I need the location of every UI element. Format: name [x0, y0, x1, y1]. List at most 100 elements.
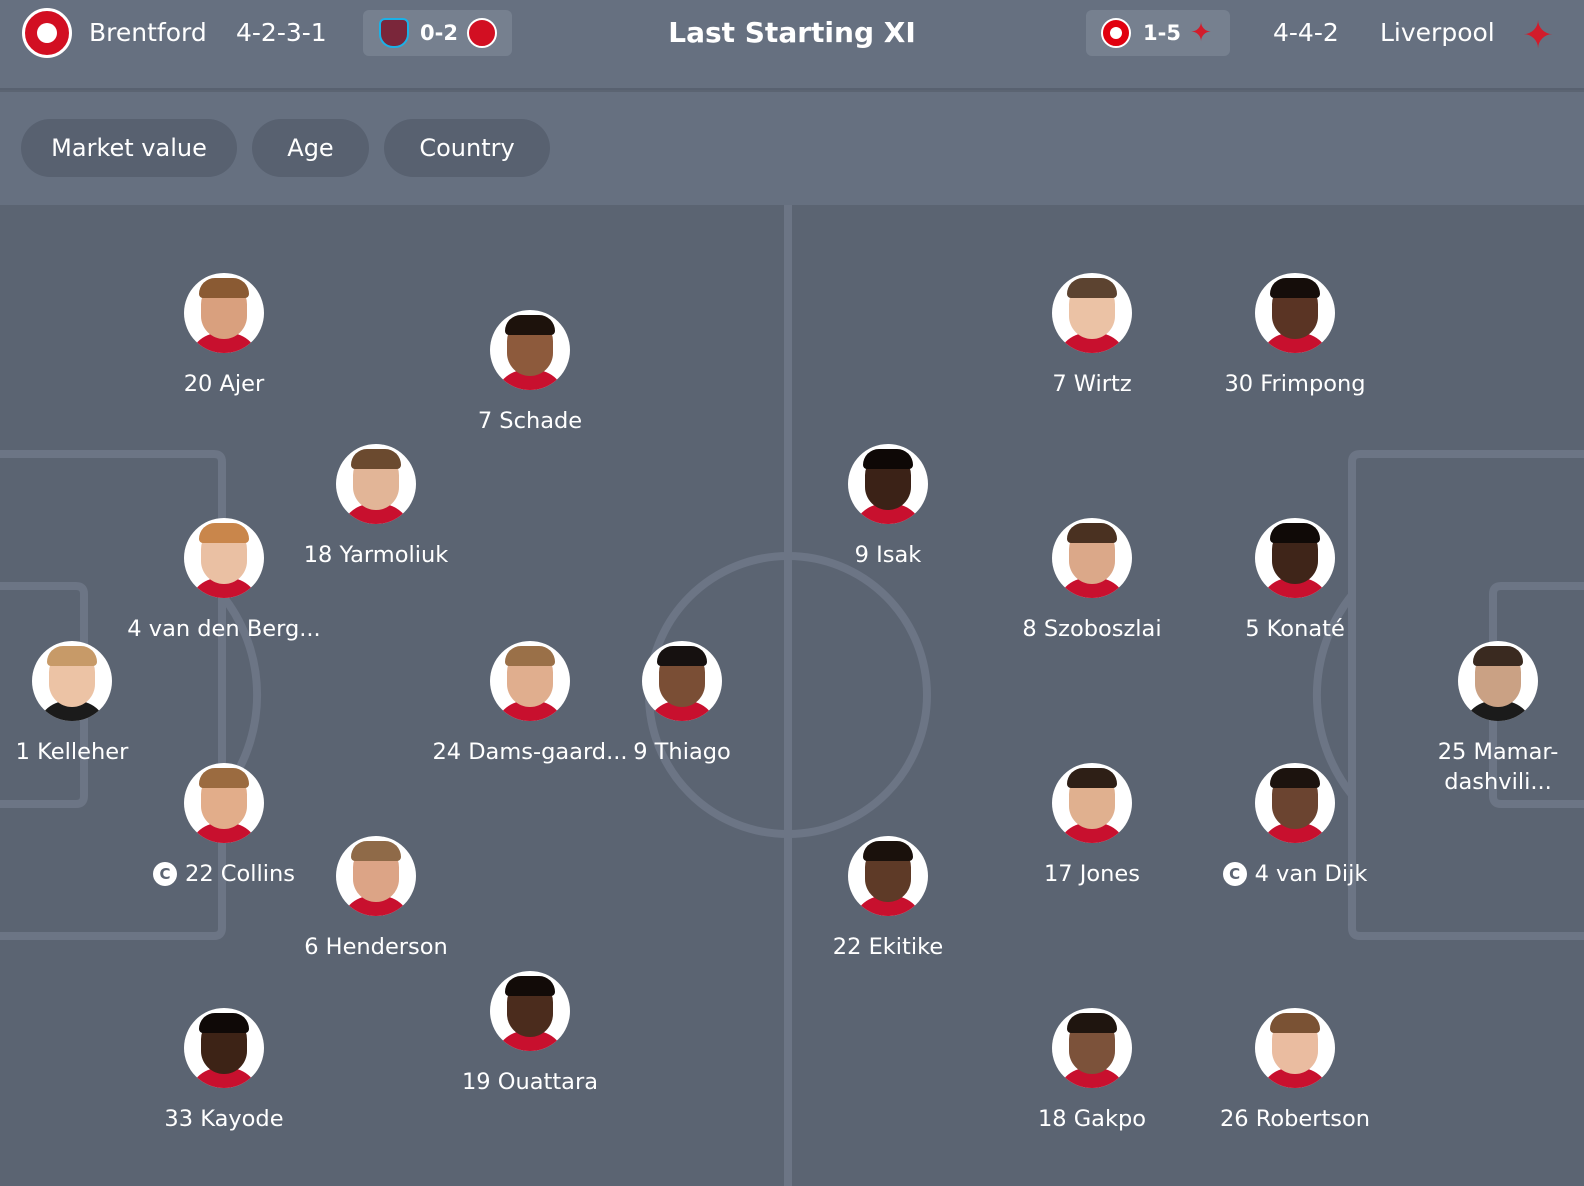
- player-avatar[interactable]: [1052, 763, 1132, 843]
- player-avatar[interactable]: [184, 1008, 264, 1088]
- player-hair: [863, 449, 913, 469]
- player-name-label: 20 Ajer: [124, 369, 324, 399]
- lineup-header: Brentford 4-2-3-1 0-2 Last Starting XI 1…: [0, 0, 1584, 90]
- player-name-label: 9 Thiago: [582, 737, 782, 767]
- away-last-fixture-score: 1-5: [1143, 21, 1181, 45]
- page-title: Last Starting XI: [668, 16, 916, 49]
- player-name-label: 30 Frimpong: [1195, 369, 1395, 399]
- player-hair: [1473, 646, 1523, 666]
- player-hair: [351, 841, 401, 861]
- player-avatar[interactable]: [184, 273, 264, 353]
- player-avatar[interactable]: [642, 641, 722, 721]
- player-name: 22 Ekitike: [832, 934, 944, 960]
- country-filter-button[interactable]: Country: [384, 119, 550, 177]
- player-avatar[interactable]: [1255, 518, 1335, 598]
- player-avatar[interactable]: [1052, 273, 1132, 353]
- player-avatar[interactable]: [848, 444, 928, 524]
- player-name-label: 9 Isak: [788, 540, 988, 570]
- liverpool-crest-icon: ✦: [1190, 18, 1212, 48]
- captain-icon: C: [1222, 862, 1247, 886]
- player-name-label: 17 Jones: [992, 859, 1192, 889]
- player-hair: [657, 646, 707, 666]
- player-name-label: 33 Kayode: [124, 1104, 324, 1134]
- player-name: 9 Isak: [854, 542, 922, 568]
- player-name: 4 van Dijk: [1254, 861, 1368, 887]
- player-name: 1 Kelleher: [15, 739, 129, 765]
- player-avatar[interactable]: [184, 518, 264, 598]
- player-avatar[interactable]: [184, 763, 264, 843]
- player-name: 17 Jones: [1043, 861, 1140, 887]
- player-name: 7 Schade: [477, 408, 583, 434]
- away-last-fixture[interactable]: 1-5 ✦: [1086, 10, 1230, 56]
- player-hair: [1270, 278, 1320, 298]
- player-name-label: 4 van den Berg...: [124, 614, 324, 644]
- player-name: 20 Ajer: [183, 371, 265, 397]
- player-name: 25 Mamar-dashvili...: [1437, 739, 1559, 795]
- player-name-label: 5 Konaté: [1195, 614, 1395, 644]
- player-hair: [1067, 768, 1117, 788]
- eintracht-frankfurt-crest-icon: [1101, 18, 1131, 48]
- player-avatar[interactable]: [336, 836, 416, 916]
- player-avatar[interactable]: [1255, 1008, 1335, 1088]
- player-name-label: C 4 van Dijk: [1195, 859, 1395, 889]
- pitch: 20 Ajer 7 Schade 18 Yarmoliuk 4 van den Ber…: [0, 205, 1584, 1186]
- player-avatar[interactable]: [490, 971, 570, 1051]
- player-avatar[interactable]: [32, 641, 112, 721]
- player-name-label: 25 Mamar-dashvili...: [1398, 737, 1584, 797]
- player-name: 4 van den Berg...: [127, 616, 321, 642]
- player-name-label: 18 Gakpo: [992, 1104, 1192, 1134]
- player-avatar[interactable]: [1255, 273, 1335, 353]
- player-name: 5 Konaté: [1245, 616, 1345, 642]
- player-hair: [199, 523, 249, 543]
- player-hair: [199, 768, 249, 788]
- player-name-label: 18 Yarmoliuk: [276, 540, 476, 570]
- player-name-label: 7 Wirtz: [992, 369, 1192, 399]
- player-hair: [1270, 768, 1320, 788]
- player-name-label: 6 Henderson: [276, 932, 476, 962]
- player-avatar[interactable]: [336, 444, 416, 524]
- player-hair: [863, 841, 913, 861]
- player-name-label: 8 Szoboszlai: [992, 614, 1192, 644]
- player-name: 9 Thiago: [633, 739, 731, 765]
- player-name-label: 1 Kelleher: [0, 737, 172, 767]
- captain-icon: C: [153, 862, 177, 886]
- player-avatar[interactable]: [1458, 641, 1538, 721]
- player-avatar[interactable]: [1255, 763, 1335, 843]
- liverpool-crest-icon[interactable]: ✦: [1518, 8, 1558, 62]
- player-name-label: C 22 Collins: [124, 859, 324, 889]
- player-hair: [1067, 278, 1117, 298]
- age-filter-button[interactable]: Age: [252, 119, 369, 177]
- player-hair: [505, 315, 555, 335]
- player-name-label: 7 Schade: [430, 406, 630, 436]
- player-name: 6 Henderson: [304, 934, 448, 960]
- player-name: 18 Yarmoliuk: [303, 542, 449, 568]
- filter-bar: Market value Age Country: [0, 92, 1584, 205]
- player-name-label: 26 Robertson: [1195, 1104, 1395, 1134]
- player-avatar[interactable]: [490, 641, 570, 721]
- player-name: 22 Collins: [185, 861, 295, 887]
- market-value-filter-button[interactable]: Market value: [21, 119, 237, 177]
- player-name-label: 19 Ouattara: [430, 1067, 630, 1097]
- player-name-label: 22 Ekitike: [788, 932, 988, 962]
- away-formation: 4-4-2: [1273, 18, 1339, 47]
- player-name: 30 Frimpong: [1224, 371, 1366, 397]
- player-avatar[interactable]: [848, 836, 928, 916]
- player-hair: [199, 278, 249, 298]
- player-name: 18 Gakpo: [1037, 1106, 1147, 1132]
- player-hair: [1270, 523, 1320, 543]
- player-name: 33 Kayode: [164, 1106, 284, 1132]
- player-name: 26 Robertson: [1219, 1106, 1371, 1132]
- player-avatar[interactable]: [1052, 1008, 1132, 1088]
- player-hair: [199, 1013, 249, 1033]
- player-hair: [1067, 523, 1117, 543]
- player-name: 7 Wirtz: [1052, 371, 1132, 397]
- player-avatar[interactable]: [490, 310, 570, 390]
- player-hair: [505, 646, 555, 666]
- player-avatar[interactable]: [1052, 518, 1132, 598]
- player-hair: [1270, 1013, 1320, 1033]
- player-hair: [505, 976, 555, 996]
- player-hair: [1067, 1013, 1117, 1033]
- player-name: 19 Ouattara: [461, 1069, 598, 1095]
- away-team-name[interactable]: Liverpool: [1380, 16, 1495, 50]
- player-hair: [47, 646, 97, 666]
